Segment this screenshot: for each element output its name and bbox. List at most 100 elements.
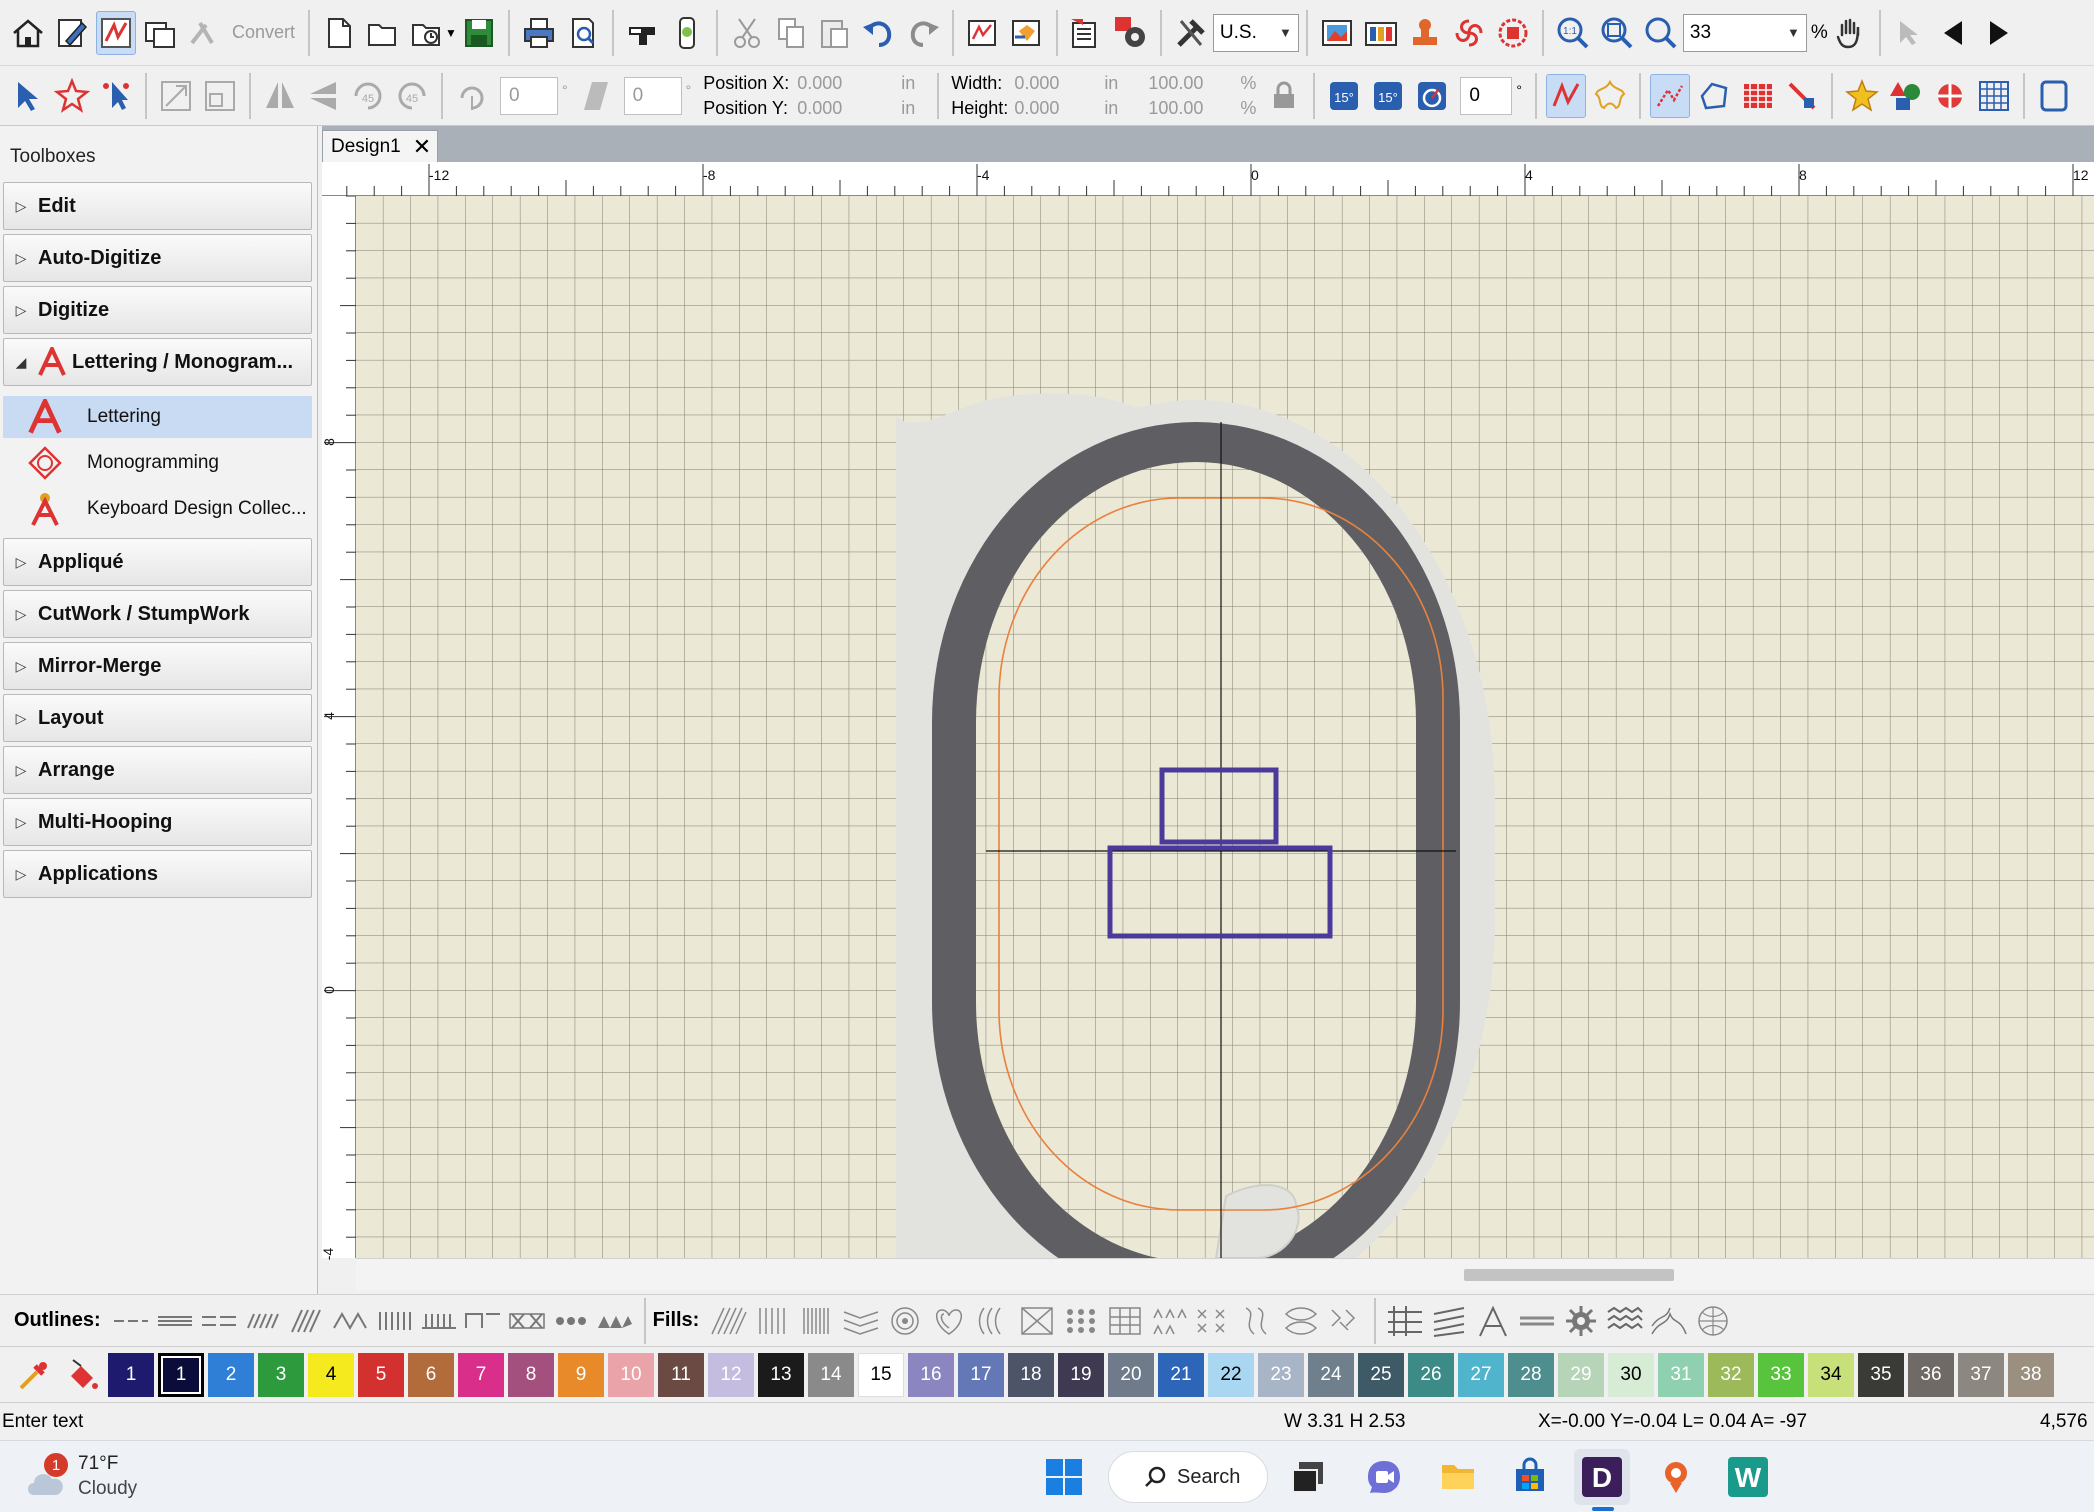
color-swatch[interactable]: 10 [608,1352,654,1397]
open-button[interactable] [363,11,403,55]
start-button[interactable] [1036,1449,1092,1505]
height-percent-input[interactable]: 100.00 [1148,98,1234,119]
color-swatch[interactable]: 1 [108,1352,154,1397]
close-icon[interactable]: ✕ [413,134,431,160]
fill-pattern-6[interactable] [930,1304,968,1338]
store-button[interactable] [1502,1449,1558,1505]
horizontal-scrollbar[interactable] [356,1258,2094,1290]
color-swatch[interactable]: 13 [758,1352,804,1397]
fill-pattern-23[interactable] [1694,1304,1732,1338]
copy-button[interactable] [771,11,811,55]
hoop[interactable] [896,393,1495,1258]
weather-widget[interactable]: 1 71°F Cloudy [20,1451,220,1503]
rotate-right-45-button[interactable]: 45 [392,74,432,118]
rotate-free-button[interactable] [452,74,492,118]
write-to-machine-button[interactable] [623,11,663,55]
color-swatch[interactable]: 38 [2008,1352,2054,1397]
color-swatch[interactable]: 27 [1458,1352,1504,1397]
undo-button[interactable] [859,11,899,55]
color-swatch[interactable]: 11 [658,1352,704,1397]
color-swatch[interactable]: 2 [208,1352,254,1397]
width-input[interactable]: 0.000 [1014,73,1098,94]
color-swatch[interactable]: 3 [258,1352,304,1397]
toolbox-mirror-merge[interactable]: ▷ Mirror-Merge [3,642,312,690]
zoom-to-fit-button[interactable] [1597,11,1637,55]
recent-button[interactable] [407,11,447,55]
zoom-select[interactable]: 33 ▼ [1682,13,1807,52]
fill-pattern-19[interactable] [1518,1304,1556,1338]
color-swatch[interactable]: 22 [1208,1352,1254,1397]
slant-button[interactable] [576,74,616,118]
design-properties-button[interactable] [1067,11,1107,55]
fill-pattern-3[interactable] [798,1304,836,1338]
color-swatch[interactable]: 19 [1058,1352,1104,1397]
color-swatch[interactable]: 21 [1158,1352,1204,1397]
color-swatch[interactable]: 37 [1958,1352,2004,1397]
background-button[interactable] [1317,11,1357,55]
color-fill-button[interactable] [61,1358,103,1392]
print-preview-button[interactable] [563,11,603,55]
fabric-button[interactable] [1361,11,1401,55]
fill-pattern-7[interactable] [974,1304,1012,1338]
toolbox-cutwork[interactable]: ▷ CutWork / StumpWork [3,590,312,638]
create-button[interactable] [52,11,92,55]
fill-pattern-5[interactable] [886,1304,924,1338]
color-swatch[interactable]: 28 [1508,1352,1554,1397]
cursor-tool-button[interactable] [1890,11,1930,55]
fill-pattern-13[interactable] [1238,1304,1276,1338]
paste-button[interactable] [815,11,855,55]
outline-wave-stitch[interactable] [332,1304,370,1338]
lock-aspect-button[interactable] [1264,74,1304,118]
fill-pattern-14[interactable] [1282,1304,1320,1338]
outline-motif-stitch[interactable] [596,1304,634,1338]
show-hoop-button[interactable] [2034,74,2074,118]
color-swatch[interactable]: 15 [858,1352,904,1397]
tools-button[interactable] [1171,11,1211,55]
toolbox-arrange[interactable]: ▷ Arrange [3,746,312,794]
color-swatch[interactable]: 23 [1258,1352,1304,1397]
fill-pattern-9[interactable] [1062,1304,1100,1338]
angle-input[interactable]: 0 [1460,76,1513,115]
resize-proportional-button[interactable] [200,74,240,118]
outline-square-stitch[interactable] [464,1304,502,1338]
mysewnet-button[interactable] [667,11,707,55]
cut-button[interactable] [727,11,767,55]
scroll-thumb[interactable] [1464,1269,1674,1281]
show-jump-button[interactable] [1649,73,1690,118]
zoom-button[interactable] [1641,11,1681,55]
mirror-horizontal-button[interactable] [304,74,344,118]
color-swatch[interactable]: 35 [1858,1352,1904,1397]
slant-angle-input[interactable]: 0 [623,76,682,115]
show-fill-button[interactable] [1738,74,1778,118]
color-swatch[interactable]: 8 [508,1352,554,1397]
color-swatch[interactable]: 12 [708,1352,754,1397]
color-swatch[interactable]: 14 [808,1352,854,1397]
color-swatch[interactable]: 24 [1308,1352,1354,1397]
position-y-input[interactable]: 0.000 [797,98,893,119]
fill-pattern-4[interactable] [842,1304,880,1338]
print-button[interactable] [519,11,559,55]
new-button[interactable] [319,11,359,55]
color-swatch[interactable]: 29 [1558,1352,1604,1397]
color-swatch[interactable]: 25 [1358,1352,1404,1397]
outline-double-stitch[interactable] [200,1304,238,1338]
width-percent-input[interactable]: 100.00 [1148,73,1234,94]
pan-button[interactable] [1830,11,1870,55]
show-frame-button[interactable] [1930,74,1970,118]
color-swatch[interactable]: 4 [308,1352,354,1397]
toolbox-lettering[interactable]: ◢ Lettering / Monogram... [3,338,312,386]
fill-pattern-11[interactable] [1150,1304,1188,1338]
fill-pattern-22[interactable] [1650,1304,1688,1338]
toolbox-applications[interactable]: ▷ Applications [3,850,312,898]
color-swatch[interactable]: 34 [1808,1352,1854,1397]
settings-button[interactable] [1111,11,1151,55]
convert-label[interactable]: Convert [232,22,295,43]
height-input[interactable]: 0.000 [1014,98,1098,119]
fill-pattern-12[interactable] [1194,1304,1232,1338]
app-pin-button[interactable] [1648,1449,1704,1505]
show-applique-button[interactable] [1842,74,1882,118]
rotate-15-left-button[interactable]: 15° [1324,74,1364,118]
zoom-1to1-button[interactable]: 1:1 [1553,11,1593,55]
monogramming-item[interactable]: Monogramming [3,442,312,484]
keyboard-design-collection-item[interactable]: Keyboard Design Collec... [3,488,312,530]
